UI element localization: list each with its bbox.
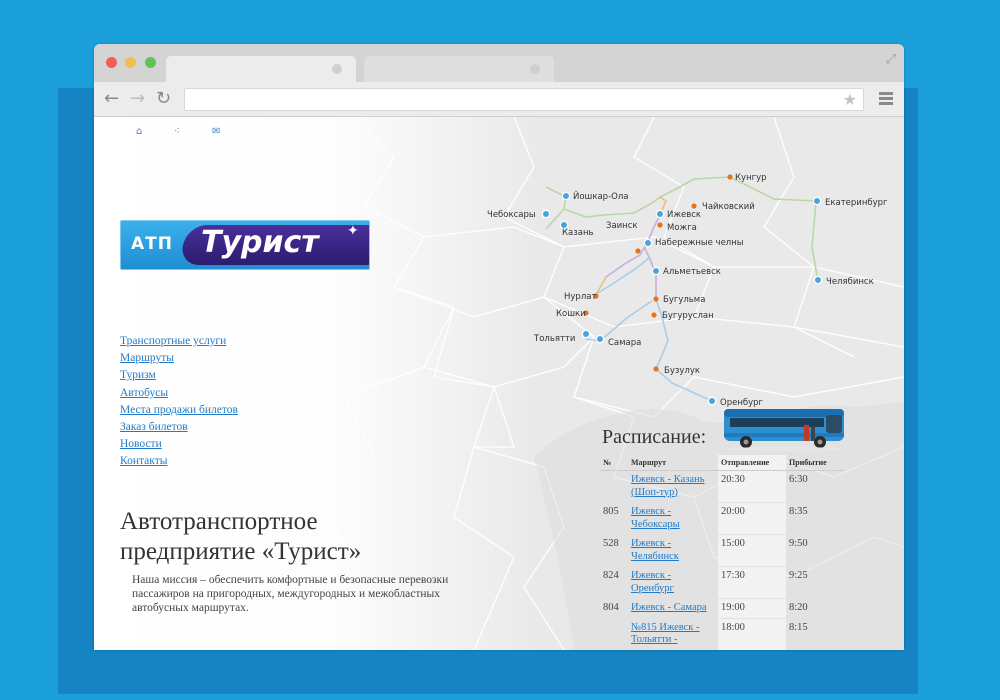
route-link[interactable]: Ижевск - Оренбург [631,570,674,594]
map-city-label: Кунгур [735,173,767,183]
route-number: 824 [600,566,628,599]
browser-window: ⤢ ← → ↻ ★ Кунгур Чайковский Екатеринбург… [94,44,904,650]
departure-time: 19:00 [718,598,786,619]
arrival-time: 9:50 [786,534,844,567]
map-city-label: Самара [608,338,641,348]
browser-toolbar: ← → ↻ ★ [94,82,904,117]
map-city-label: Чайковский [702,202,755,212]
map-city-label: Нурлат [564,292,596,302]
nav-link-tourism[interactable]: Туризм [120,367,238,384]
column-header-number: № [600,455,628,471]
page-title-line-2: предприятие «Турист» [120,538,362,565]
route-number [600,470,628,503]
departure-time: 20:00 [718,502,786,535]
forward-arrow-icon[interactable]: → [130,87,145,111]
route-link[interactable]: Ижевск - Казань (Шоп-тур) [631,474,705,498]
route-number: 805 [600,502,628,535]
map-city-label: Бугульма [663,295,705,305]
route-number [600,618,628,650]
map-city-label: Чебоксары [487,210,536,220]
address-bar[interactable]: ★ [184,88,864,111]
column-header-route: Маршрут [628,455,718,471]
arrival-time: 9:25 [786,566,844,599]
mission-text: Наша миссия – обеспечить комфортные и бе… [132,574,449,614]
table-row: 804 Ижевск - Самара 19:00 8:20 [600,598,844,619]
table-row: Ижевск - Казань (Шоп-тур) 20:30 6:30 [600,470,844,503]
schedule-table: № Маршрут Отправление Прибытие Ижевск - … [600,455,844,650]
nav-link-news[interactable]: Новости [120,436,238,453]
map-city-label: Можга [667,223,697,233]
tab-inactive[interactable] [364,56,554,82]
map-city-label: Набережные челны [655,238,744,248]
page-title-line-1: Автотранспортное [120,508,318,535]
web-page: Кунгур Чайковский Екатеринбург Ижевск Мо… [94,117,904,650]
map-city-label: Заинск [606,221,638,231]
nav-link-contacts[interactable]: Контакты [120,453,238,470]
table-row: 805 Ижевск - Чебоксары 20:00 8:35 [600,502,844,535]
departure-time: 20:30 [718,470,786,503]
departure-time: 15:00 [718,534,786,567]
home-icon[interactable]: ⌂ [136,126,142,137]
arrival-time: 8:15 [786,618,844,650]
route-link[interactable]: Ижевск - Челябинск [631,538,679,562]
nav-link-ticket-order[interactable]: Заказ билетов [120,419,238,436]
tab-favicon [332,64,342,74]
mail-icon[interactable]: ✉ [212,126,220,137]
map-city-label: Бузулук [664,366,700,376]
star-icon[interactable]: ★ [843,90,857,109]
sitemap-icon[interactable]: ⁖ [174,126,180,137]
route-link[interactable]: Ижевск - Чебоксары [631,506,680,530]
map-city-label: Кошки [556,309,586,319]
tab-strip: ⤢ [94,44,904,82]
arrival-time: 6:30 [786,470,844,503]
map-city-label: Казань [562,228,594,238]
company-logo[interactable]: АТП Турист ✦ [120,220,370,270]
logo-name: Турист [201,225,319,260]
map-city-label: Тольятти [533,334,575,344]
map-city-label: Екатеринбург [825,198,888,208]
table-row: 528 Ижевск - Челябинск 15:00 9:50 [600,534,844,567]
route-link[interactable]: №815 Ижевск - Тольятти - [631,622,700,646]
nav-link-buses[interactable]: Автобусы [120,385,238,402]
map-city-label: Йошкар-Ола [573,190,628,202]
route-link[interactable]: Ижевск - Самара [631,602,707,613]
tab-active[interactable] [166,56,356,82]
bus-image [724,409,844,451]
schedule-title: Расписание: [602,426,707,448]
expand-icon[interactable]: ⤢ [886,52,896,67]
departure-time: 18:00 [718,618,786,650]
reload-icon[interactable]: ↻ [156,87,171,111]
route-number: 804 [600,598,628,619]
schedule-header-row: № Маршрут Отправление Прибытие [600,455,844,471]
column-header-arrival: Прибытие [786,455,844,471]
close-window-button[interactable] [106,57,117,68]
map-city-label: Бугуруслан [662,311,714,321]
tab-favicon [530,64,540,74]
logo-abbr: АТП [131,234,173,254]
map-city-label: Ижевск [667,210,701,220]
map-city-label: Альметьевск [663,267,721,277]
nav-link-routes[interactable]: Маршруты [120,350,238,367]
back-arrow-icon[interactable]: ← [104,87,119,111]
arrival-time: 8:35 [786,502,844,535]
nav-link-transport-services[interactable]: Транспортные услуги [120,333,238,350]
main-navigation: Транспортные услуги Маршруты Туризм Авто… [120,333,238,471]
route-number: 528 [600,534,628,567]
table-row: 824 Ижевск - Оренбург 17:30 9:25 [600,566,844,599]
column-header-departure: Отправление [718,455,786,471]
minimize-window-button[interactable] [125,57,136,68]
logo-star-icon: ✦ [347,223,359,239]
table-row: №815 Ижевск - Тольятти - 18:00 8:15 [600,618,844,650]
maximize-window-button[interactable] [145,57,156,68]
arrival-time: 8:20 [786,598,844,619]
nav-link-ticket-offices[interactable]: Места продажи билетов [120,402,238,419]
map-city-label: Челябинск [826,277,874,287]
hamburger-menu-icon[interactable] [879,92,893,107]
page-title: Автотранспортное предприятие «Турист» [120,507,361,567]
departure-time: 17:30 [718,566,786,599]
